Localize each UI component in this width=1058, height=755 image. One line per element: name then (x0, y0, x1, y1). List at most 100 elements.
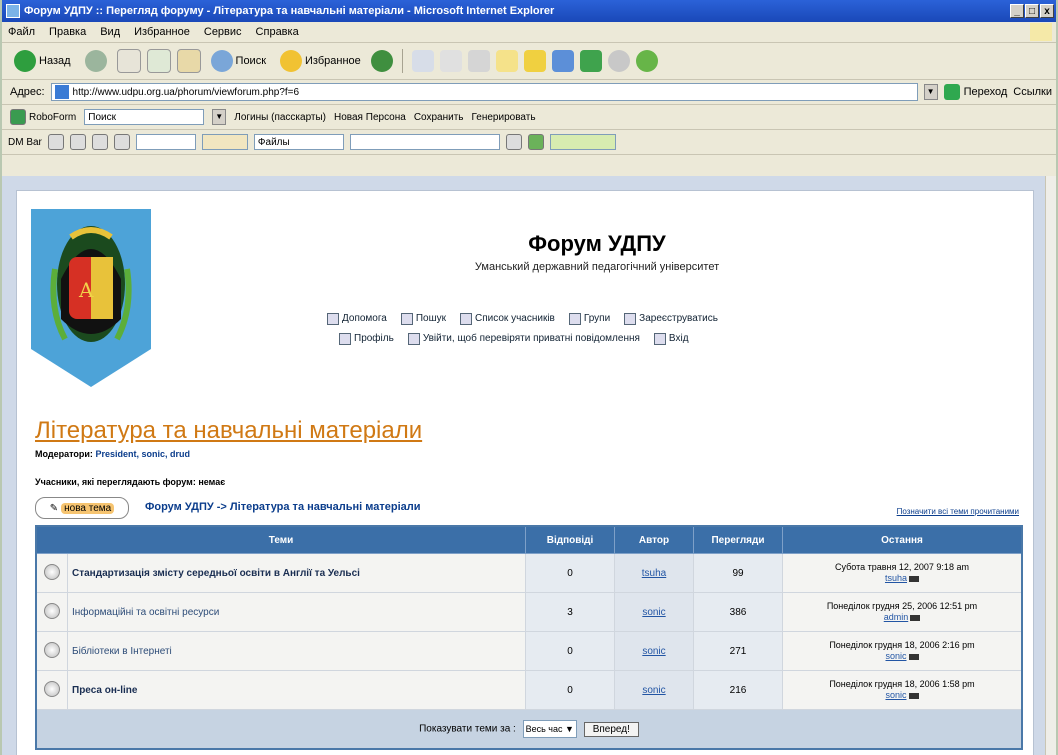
menu-edit[interactable]: Правка (49, 26, 86, 38)
edit-icon[interactable] (467, 50, 490, 72)
filter-go-button[interactable]: Вперед! (583, 721, 639, 737)
author-cell: sonic (614, 631, 694, 671)
address-input[interactable]: http://www.udpu.org.ua/phorum/viewforum.… (50, 83, 918, 101)
search-button[interactable]: Поиск (207, 48, 270, 74)
time-filter-select[interactable]: Весь час ▼ (522, 720, 577, 738)
moderators-links[interactable]: President, sonic, drud (95, 449, 190, 459)
nav-members-label: Список учасників (475, 313, 555, 324)
dm-icon-1[interactable] (47, 134, 64, 150)
roboform-dropdown-icon[interactable]: ▼ (212, 109, 227, 125)
settings-icon[interactable] (607, 50, 630, 72)
breadcrumb[interactable]: Форум УДПУ -> Література та навчальні ма… (145, 501, 421, 513)
back-button[interactable]: Назад (10, 48, 75, 74)
new-person-button[interactable]: Новая Персона (334, 112, 406, 123)
topic-status-cell (35, 670, 68, 710)
go-button[interactable]: Переход (943, 84, 1007, 100)
logins-label: Логины (234, 111, 269, 123)
dm-icon-4[interactable] (113, 134, 130, 150)
dm-icon-5[interactable] (505, 134, 522, 150)
address-bar: Адрес: http://www.udpu.org.ua/phorum/vie… (2, 80, 1056, 105)
roboform-search-input[interactable]: Поиск (84, 109, 205, 125)
save-button[interactable]: Сохранить (414, 112, 464, 123)
dm-input-1[interactable] (135, 134, 196, 150)
dm-icon-3[interactable] (91, 134, 108, 150)
research-icon[interactable] (523, 50, 546, 72)
history-icon[interactable] (370, 50, 393, 72)
discuss-icon[interactable] (495, 50, 518, 72)
address-dropdown-icon[interactable]: ▼ (923, 84, 938, 100)
view-latest-icon[interactable] (908, 692, 919, 699)
nav-profile-link[interactable]: Профіль (339, 329, 394, 349)
forward-button[interactable] (81, 48, 111, 74)
nav-search-label: Пошук (415, 313, 447, 324)
last-post-user[interactable]: tsuha (885, 573, 907, 583)
topic-cell: Інформаційні та освітні ресурси (67, 592, 526, 632)
topic-link[interactable]: Стандартизація змісту середньої освіти в… (72, 568, 360, 579)
menu-favorites[interactable]: Избранное (134, 26, 190, 38)
stop-icon[interactable] (116, 49, 141, 73)
topic-status-cell (35, 592, 68, 632)
vertical-scrollbar[interactable] (1045, 176, 1056, 755)
nav-pm-link[interactable]: Увійти, щоб перевіряти приватні повідомл… (407, 329, 640, 349)
dm-url-input[interactable] (349, 134, 500, 150)
maximize-button[interactable]: □ (1025, 4, 1039, 18)
menu-file[interactable]: Файл (8, 26, 35, 38)
topic-link[interactable]: Інформаційні та освітні ресурси (72, 607, 219, 618)
refresh-icon[interactable] (146, 49, 171, 73)
generate-button[interactable]: Генерировать (472, 112, 536, 123)
help-icon (327, 313, 339, 325)
dm-icon-6[interactable] (527, 134, 544, 150)
home-icon[interactable] (176, 49, 201, 73)
close-button[interactable]: x (1040, 4, 1054, 18)
view-latest-icon[interactable] (908, 653, 919, 660)
menu-help[interactable]: Справка (256, 26, 299, 38)
replies-cell: 0 (525, 553, 615, 593)
mark-all-read-link[interactable]: Позначити всі теми прочитаними (897, 507, 1019, 516)
last-post-user[interactable]: sonic (885, 651, 906, 661)
logins-button[interactable]: Логины (пасскарты) (234, 112, 326, 123)
dm-icon-2[interactable] (69, 134, 86, 150)
nav-members-link[interactable]: Список учасників (460, 309, 555, 329)
links-button[interactable]: Ссылки (1013, 86, 1052, 98)
forum-title-link[interactable]: Література та навчальні матеріали (35, 417, 422, 445)
author-link[interactable]: sonic (642, 646, 665, 657)
folder-icon (44, 602, 60, 619)
roboform-toolbar: RoboForm Поиск ▼ Логины (пасскарты) Нова… (2, 105, 1056, 130)
addon-icon[interactable] (635, 50, 658, 72)
nav-register-link[interactable]: Зареєструватись (624, 309, 718, 329)
last-post-user[interactable]: sonic (885, 690, 906, 700)
menu-tools[interactable]: Сервис (204, 26, 242, 38)
topic-link[interactable]: Бібліотеки в Інтернеті (72, 646, 172, 657)
author-link[interactable]: tsuha (642, 568, 666, 579)
new-topic-button[interactable]: ✎ нова тема (35, 497, 129, 519)
view-latest-icon[interactable] (909, 575, 920, 582)
icq-icon[interactable] (579, 50, 602, 72)
nav-search-link[interactable]: Пошук (400, 309, 447, 329)
author-link[interactable]: sonic (642, 685, 665, 696)
files-select[interactable]: Файлы (253, 134, 344, 150)
mail-icon[interactable] (411, 50, 434, 72)
dm-input-2[interactable] (201, 134, 248, 150)
topic-status-cell (35, 631, 68, 671)
print-icon[interactable] (439, 50, 462, 72)
minimize-button[interactable]: _ (1010, 4, 1024, 18)
site-title: Форум УДПУ (528, 231, 666, 256)
replies-cell: 0 (525, 631, 615, 671)
col-author: Автор (614, 525, 694, 554)
table-header-row: Теми Відповіді Автор Перегляди Остання (35, 525, 1023, 554)
author-cell: sonic (614, 592, 694, 632)
view-latest-icon[interactable] (910, 614, 921, 621)
nav-groups-link[interactable]: Групи (568, 309, 610, 329)
topic-link[interactable]: Преса он-line (72, 685, 137, 696)
author-link[interactable]: sonic (642, 607, 665, 618)
groups-icon (568, 313, 581, 325)
favorites-button[interactable]: Избранное (276, 48, 365, 74)
nav-login-link[interactable]: Вхід (653, 329, 689, 349)
last-post-user[interactable]: admin (884, 612, 909, 622)
messenger-icon[interactable] (551, 50, 574, 72)
author-cell: tsuha (614, 553, 694, 593)
menu-view[interactable]: Вид (100, 26, 120, 38)
message-icon (407, 333, 420, 345)
nav-help-link[interactable]: Допомога (327, 309, 387, 329)
roboform-button[interactable]: RoboForm (10, 109, 76, 125)
